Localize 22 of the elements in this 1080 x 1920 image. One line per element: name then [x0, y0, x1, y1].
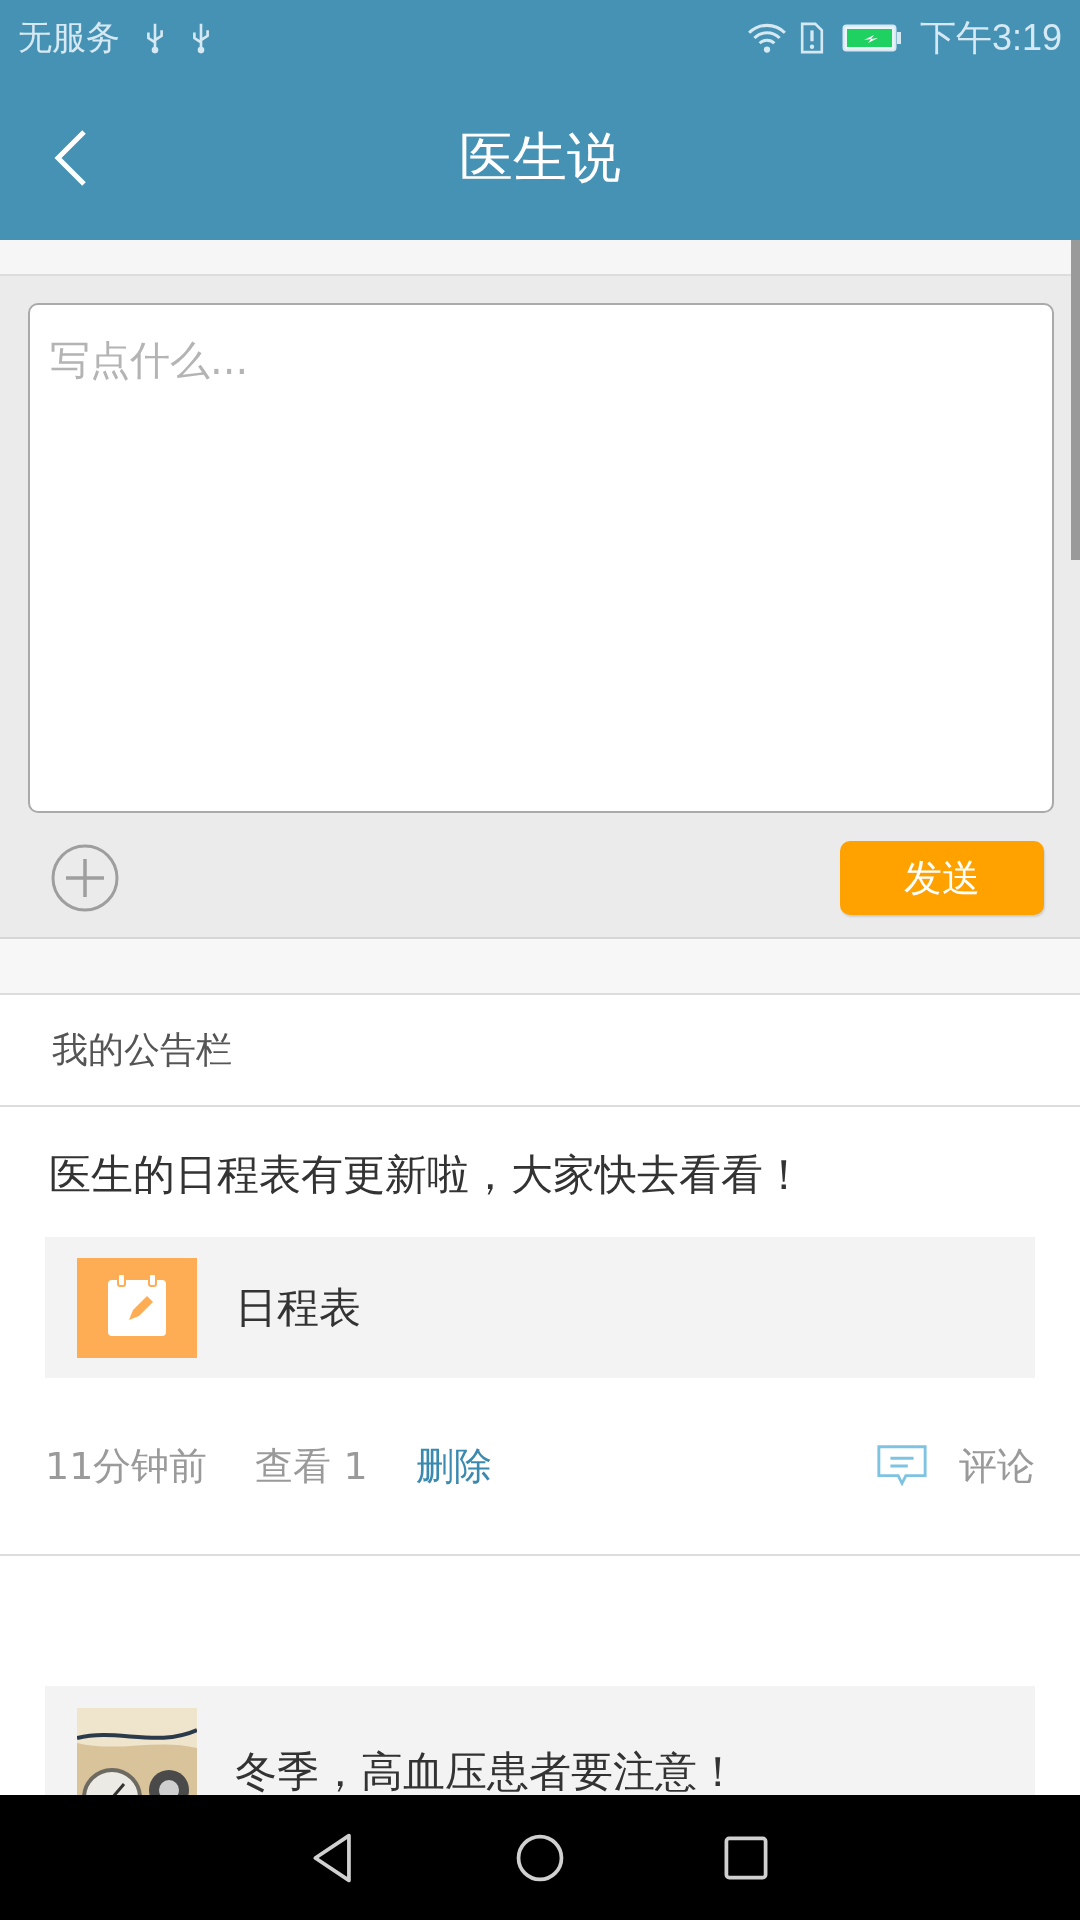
post-text: 医生的日程表有更新啦，大家快去看看！ [49, 1149, 806, 1201]
sim-alert-icon [799, 21, 824, 55]
comment-button[interactable]: 评论 [875, 1440, 1035, 1492]
send-button[interactable]: 发送 [840, 841, 1044, 915]
page-title: 医生说 [458, 124, 622, 191]
section-title: 我的公告栏 [52, 1027, 232, 1072]
attachment-card[interactable]: 冬季，高血压患者要注意！ [45, 1686, 1035, 1795]
attachment-title: 日程表 [235, 1281, 361, 1334]
wifi-icon [745, 22, 788, 54]
carrier-text: 无服务 [18, 16, 120, 59]
usb-icon [190, 21, 212, 55]
post-time: 11分钟前 [45, 1442, 208, 1490]
view-count: 查看 1 [255, 1442, 368, 1490]
calendar-icon [77, 1257, 197, 1358]
clock-text: 下午3:19 [919, 15, 1062, 60]
attachment-title: 冬季，高血压患者要注意！ [235, 1746, 739, 1795]
delete-link[interactable]: 删除 [415, 1440, 492, 1492]
text-input-field[interactable]: 写点什么... [28, 303, 1054, 813]
battery-icon [841, 23, 902, 53]
attachment-card[interactable]: 日程表 [45, 1237, 1035, 1378]
usb-icon [144, 21, 166, 55]
comment-icon [875, 1443, 929, 1489]
